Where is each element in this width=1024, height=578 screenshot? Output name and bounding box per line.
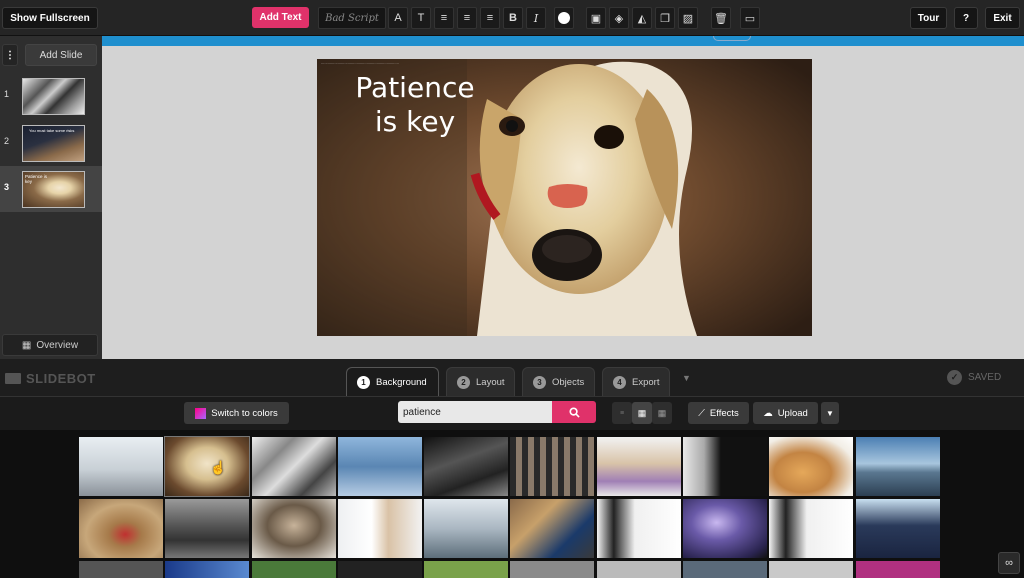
image-result[interactable] <box>252 437 336 496</box>
align-left-icon[interactable]: ≡ <box>434 7 454 29</box>
duplicate-icon[interactable]: ❐ <box>655 7 675 29</box>
chevron-down-icon[interactable]: ▼ <box>682 373 691 383</box>
slides-sidebar: ⋮ Add Slide 1 2 You must take some risks… <box>0 36 102 359</box>
overview-button[interactable]: ▦ Overview <box>2 334 98 356</box>
crop-icon[interactable]: ▣ <box>586 7 606 29</box>
image-result[interactable] <box>510 437 594 496</box>
font-select[interactable]: Bad Script <box>318 7 386 29</box>
monitor-icon[interactable]: ▭ <box>740 7 760 29</box>
image-results-grid <box>0 430 1024 578</box>
help-button[interactable]: ? <box>954 7 978 29</box>
font-size-icon[interactable]: A <box>388 7 408 29</box>
add-slide-button[interactable]: Add Slide <box>25 44 97 66</box>
image-result[interactable] <box>769 499 853 558</box>
image-result[interactable] <box>597 437 681 496</box>
image-result[interactable] <box>597 499 681 558</box>
image-result[interactable] <box>510 561 594 578</box>
image-result[interactable] <box>683 437 767 496</box>
grid-medium-icon[interactable]: ▦ <box>632 402 652 424</box>
exit-button[interactable]: Exit <box>985 7 1020 29</box>
palette-icon <box>195 407 207 419</box>
image-result[interactable] <box>338 561 422 578</box>
tab-objects[interactable]: 3 Objects <box>522 367 595 396</box>
image-result[interactable] <box>769 561 853 578</box>
search-button[interactable] <box>552 401 596 423</box>
saved-status: ✓ SAVED <box>947 370 1001 385</box>
add-text-button[interactable]: Add Text <box>252 7 309 28</box>
trash-icon[interactable]: 🗑 <box>711 7 731 29</box>
image-result[interactable] <box>510 499 594 558</box>
cloud-upload-icon: ☁ <box>763 407 773 419</box>
image-result[interactable] <box>597 561 681 578</box>
upload-button[interactable]: ☁ Upload <box>753 402 818 424</box>
tab-layout[interactable]: 2 Layout <box>446 367 515 396</box>
grid-icon: ▦ <box>21 339 32 351</box>
effects-button[interactable]: ⟋ Effects <box>688 402 749 424</box>
slide-thumbnail: Patience is key <box>22 171 85 208</box>
link-icon[interactable]: ∞ <box>998 552 1020 574</box>
image-result[interactable] <box>424 561 508 578</box>
image-result[interactable] <box>769 437 853 496</box>
list-view-icon[interactable]: ≡ <box>612 402 632 424</box>
image-result[interactable] <box>856 499 940 558</box>
grid-small-icon[interactable]: ▦ <box>652 402 672 424</box>
canvas-top-bar <box>102 36 1024 46</box>
image-result[interactable] <box>424 499 508 558</box>
slide-item-2[interactable]: 2 You must take some risks <box>0 120 102 166</box>
image-result[interactable] <box>252 561 336 578</box>
image-result[interactable] <box>683 499 767 558</box>
image-result[interactable] <box>79 437 163 496</box>
image-result[interactable] <box>338 499 422 558</box>
italic-icon[interactable]: I <box>526 7 546 29</box>
text-height-icon[interactable]: T <box>411 7 431 29</box>
search-input[interactable] <box>398 401 552 423</box>
image-result[interactable] <box>683 561 767 578</box>
slide-number: 2 <box>4 136 10 146</box>
brand-logo: SLIDEBOT <box>5 371 96 386</box>
magic-wand-icon: ⟋ <box>698 407 705 419</box>
svg-text:..............................: ........................................… <box>321 60 399 65</box>
image-result[interactable] <box>79 499 163 558</box>
align-right-icon[interactable]: ≡ <box>480 7 500 29</box>
search-icon <box>568 406 580 418</box>
slide-canvas[interactable]: ........................................… <box>317 59 812 336</box>
slide-item-1[interactable]: 1 <box>0 73 102 119</box>
slide-number: 1 <box>4 89 10 99</box>
image-result[interactable] <box>338 437 422 496</box>
menu-icon[interactable]: ⋮ <box>2 44 18 66</box>
color-picker-icon[interactable] <box>554 7 574 29</box>
check-icon: ✓ <box>947 370 962 385</box>
slide-thumbnail: You must take some risks <box>22 125 85 162</box>
image-result[interactable] <box>856 561 940 578</box>
pattern-icon[interactable]: ▨ <box>678 7 698 29</box>
slide-thumbnail <box>22 78 85 115</box>
slide-title[interactable]: Patience is key <box>335 71 495 139</box>
pointer-cursor-icon: ☝ <box>210 460 227 475</box>
image-result[interactable] <box>252 499 336 558</box>
upload-options-chevron-icon[interactable]: ▼ <box>821 402 839 424</box>
image-result[interactable] <box>165 561 249 578</box>
tab-background[interactable]: 1 Background <box>346 367 439 397</box>
layers-icon[interactable]: ◈ <box>609 7 629 29</box>
tab-export[interactable]: 4 Export <box>602 367 670 396</box>
align-center-icon[interactable]: ≡ <box>457 7 477 29</box>
image-result[interactable] <box>165 499 249 558</box>
canvas-tab-handle[interactable] <box>713 36 751 41</box>
switch-to-colors-button[interactable]: Switch to colors <box>184 402 289 424</box>
top-toolbar: Show Fullscreen Add Text Bad Script A T … <box>0 0 1024 36</box>
logo-icon <box>5 373 21 384</box>
slide-number: 3 <box>4 182 10 192</box>
image-result[interactable] <box>164 436 250 497</box>
bold-icon[interactable]: B <box>503 7 523 29</box>
slide-item-3[interactable]: 3 Patience is key <box>0 166 102 212</box>
show-fullscreen-button[interactable]: Show Fullscreen <box>2 7 98 29</box>
image-result[interactable] <box>79 561 163 578</box>
flip-icon[interactable]: ◭ <box>632 7 652 29</box>
image-result[interactable] <box>856 437 940 496</box>
image-result[interactable] <box>424 437 508 496</box>
tour-button[interactable]: Tour <box>910 7 947 29</box>
